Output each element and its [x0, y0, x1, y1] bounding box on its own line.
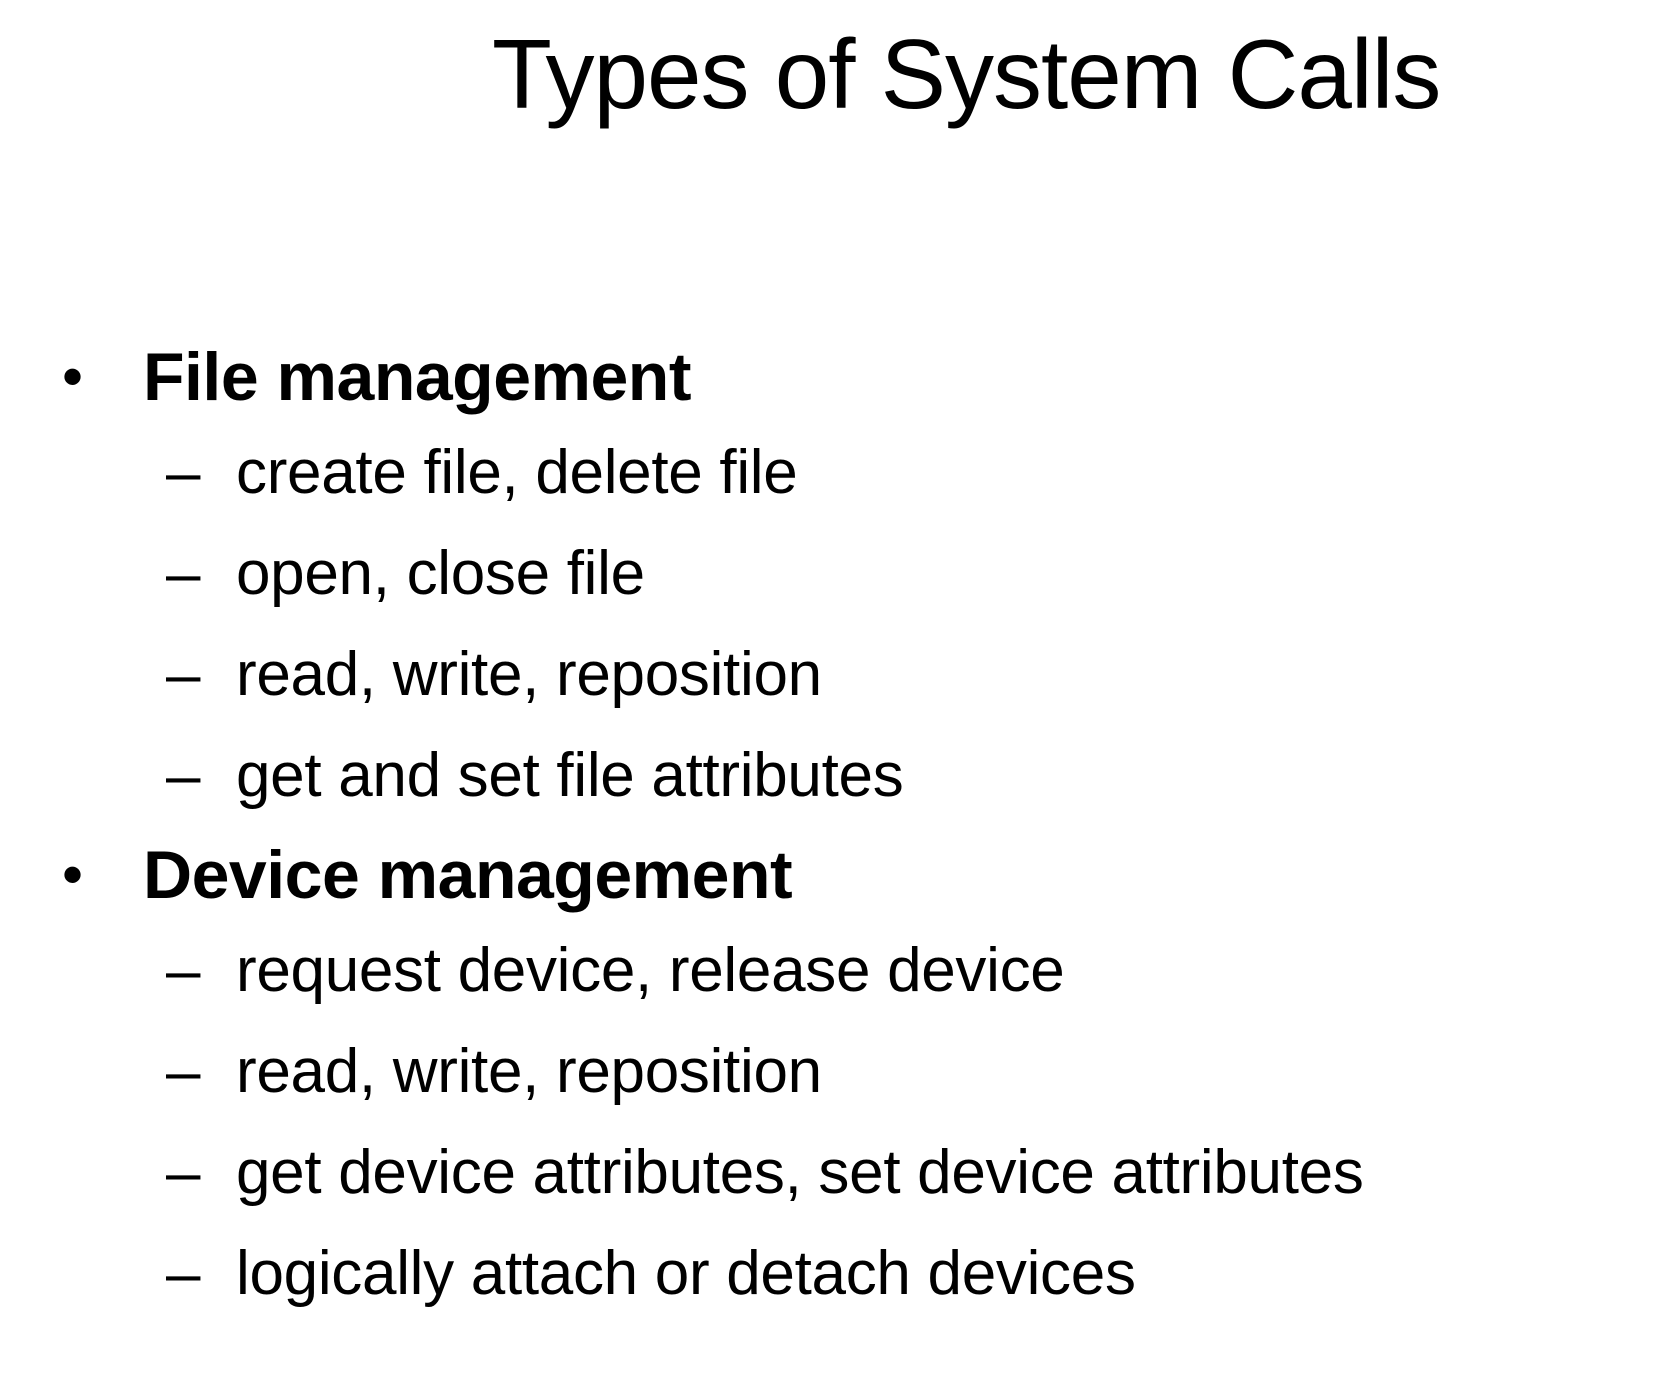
- list-item-text: get and set file attributes: [236, 741, 904, 810]
- list-item-text: request device, release device: [236, 936, 1065, 1005]
- bullet-icon: •: [62, 343, 84, 410]
- list-item: – read, write, reposition: [0, 1023, 1658, 1124]
- list-item-text: read, write, reposition: [236, 640, 822, 709]
- list-item: – create file, delete file: [0, 424, 1658, 525]
- dash-icon: –: [166, 1138, 201, 1207]
- section-file-management: • File management – create file, delete …: [0, 330, 1658, 828]
- dash-icon: –: [166, 539, 201, 608]
- list-item: – open, close file: [0, 525, 1658, 626]
- bullet-heading-row: • Device management: [0, 828, 1658, 922]
- list-item-text: read, write, reposition: [236, 1037, 822, 1106]
- list-item-text: open, close file: [236, 539, 645, 608]
- slide-content: • File management – create file, delete …: [0, 330, 1658, 1326]
- dash-icon: –: [166, 1239, 201, 1308]
- list-item: – request device, release device: [0, 922, 1658, 1023]
- dash-icon: –: [166, 438, 201, 507]
- section-device-management: • Device management – request device, re…: [0, 828, 1658, 1326]
- list-item-text: get device attributes, set device attrib…: [236, 1138, 1364, 1207]
- bullet-icon: •: [62, 841, 84, 908]
- dash-icon: –: [166, 1037, 201, 1106]
- list-item: – logically attach or detach devices: [0, 1225, 1658, 1326]
- list-item-text: logically attach or detach devices: [236, 1239, 1136, 1308]
- dash-icon: –: [166, 741, 201, 810]
- list-item: – read, write, reposition: [0, 626, 1658, 727]
- section-heading: Device management: [143, 837, 793, 913]
- section-heading: File management: [143, 339, 692, 415]
- dash-icon: –: [166, 936, 201, 1005]
- slide-title: Types of System Calls: [492, 19, 1441, 129]
- dash-icon: –: [166, 640, 201, 709]
- list-item: – get and set file attributes: [0, 727, 1658, 828]
- list-item-text: create file, delete file: [236, 438, 798, 507]
- list-item: – get device attributes, set device attr…: [0, 1124, 1658, 1225]
- bullet-heading-row: • File management: [0, 330, 1658, 424]
